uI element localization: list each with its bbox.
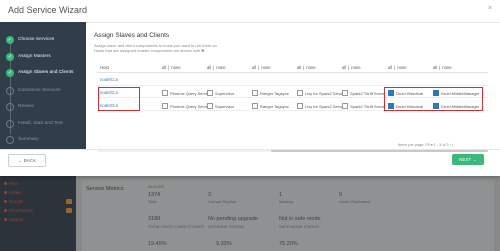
host-column-header: Host	[100, 65, 109, 70]
step-assign-masters[interactable]: ✓ Assign Masters	[6, 53, 78, 61]
description-line: Hosts that are assigned master component…	[94, 48, 206, 53]
all-none-selector[interactable]: all | none	[162, 65, 181, 70]
step-choose-services[interactable]: ✓ Choose Services	[6, 36, 78, 44]
step-customize-services: Customize Services	[6, 87, 78, 95]
page-title: Assign Slaves and Clients	[94, 32, 170, 39]
empty-circle-icon	[6, 136, 14, 144]
check-icon: ✓	[6, 53, 14, 61]
component-checkbox[interactable]: Phoenix Query Server	[162, 103, 209, 109]
all-none-selector[interactable]: all | none	[252, 65, 271, 70]
pagination[interactable]: Items per page: 25 ▾ 1 - 3 of 3 ‹ ›	[398, 142, 453, 147]
step-assign-slaves[interactable]: ✓ Assign Slaves and Clients	[6, 69, 78, 77]
modal-header: Add Service Wizard ×	[0, 0, 500, 23]
highlight-box-druid	[384, 87, 483, 111]
wizard-steps: ✓ Choose Services ✓ Assign Masters ✓ Assign…	[0, 22, 86, 149]
component-checkbox[interactable]: Livy for Spark2 Server	[297, 103, 345, 109]
check-icon: ✓	[6, 69, 14, 77]
next-button[interactable]: NEXT →	[452, 154, 484, 165]
back-button[interactable]: ← BACK	[8, 154, 46, 167]
component-checkbox[interactable]: Ranger Tagsync	[252, 103, 289, 109]
highlight-box-hosts	[98, 87, 140, 111]
close-icon[interactable]: ×	[488, 5, 492, 12]
all-none-selector[interactable]: all | none	[207, 65, 226, 70]
add-service-wizard-modal: Add Service Wizard × ✓ Choose Services ✓ A…	[0, 0, 500, 176]
row-divider	[97, 85, 488, 86]
modal-title: Add Service Wizard	[8, 5, 88, 15]
step-install-start-test: Install, Start and Test	[6, 120, 78, 128]
component-checkbox[interactable]: Spark2 Thrift Server	[342, 103, 386, 109]
all-none-selector[interactable]: all | none	[433, 65, 452, 70]
footer-divider	[0, 149, 500, 150]
all-none-selector[interactable]: all | none	[342, 65, 361, 70]
component-checkbox[interactable]: Phoenix Query Server	[162, 90, 209, 96]
empty-circle-icon	[6, 120, 14, 128]
step-review: Review	[6, 103, 78, 111]
component-checkbox[interactable]: Supervisor	[207, 90, 234, 96]
step-summary: Summary	[6, 136, 78, 144]
component-checkbox[interactable]: Livy for Spark2 Server	[297, 90, 345, 96]
component-checkbox[interactable]: Ranger Tagsync	[252, 90, 289, 96]
empty-circle-icon	[6, 87, 14, 95]
empty-circle-icon	[6, 103, 14, 111]
check-icon: ✓	[6, 36, 14, 44]
host-name: node01.a	[100, 77, 118, 82]
table-header-divider	[97, 72, 488, 73]
all-none-selector[interactable]: all | none	[297, 65, 316, 70]
component-checkbox[interactable]: Supervisor	[207, 103, 234, 109]
component-checkbox[interactable]: Spark2 Thrift Server	[342, 90, 386, 96]
all-none-selector[interactable]: all | none	[388, 65, 407, 70]
